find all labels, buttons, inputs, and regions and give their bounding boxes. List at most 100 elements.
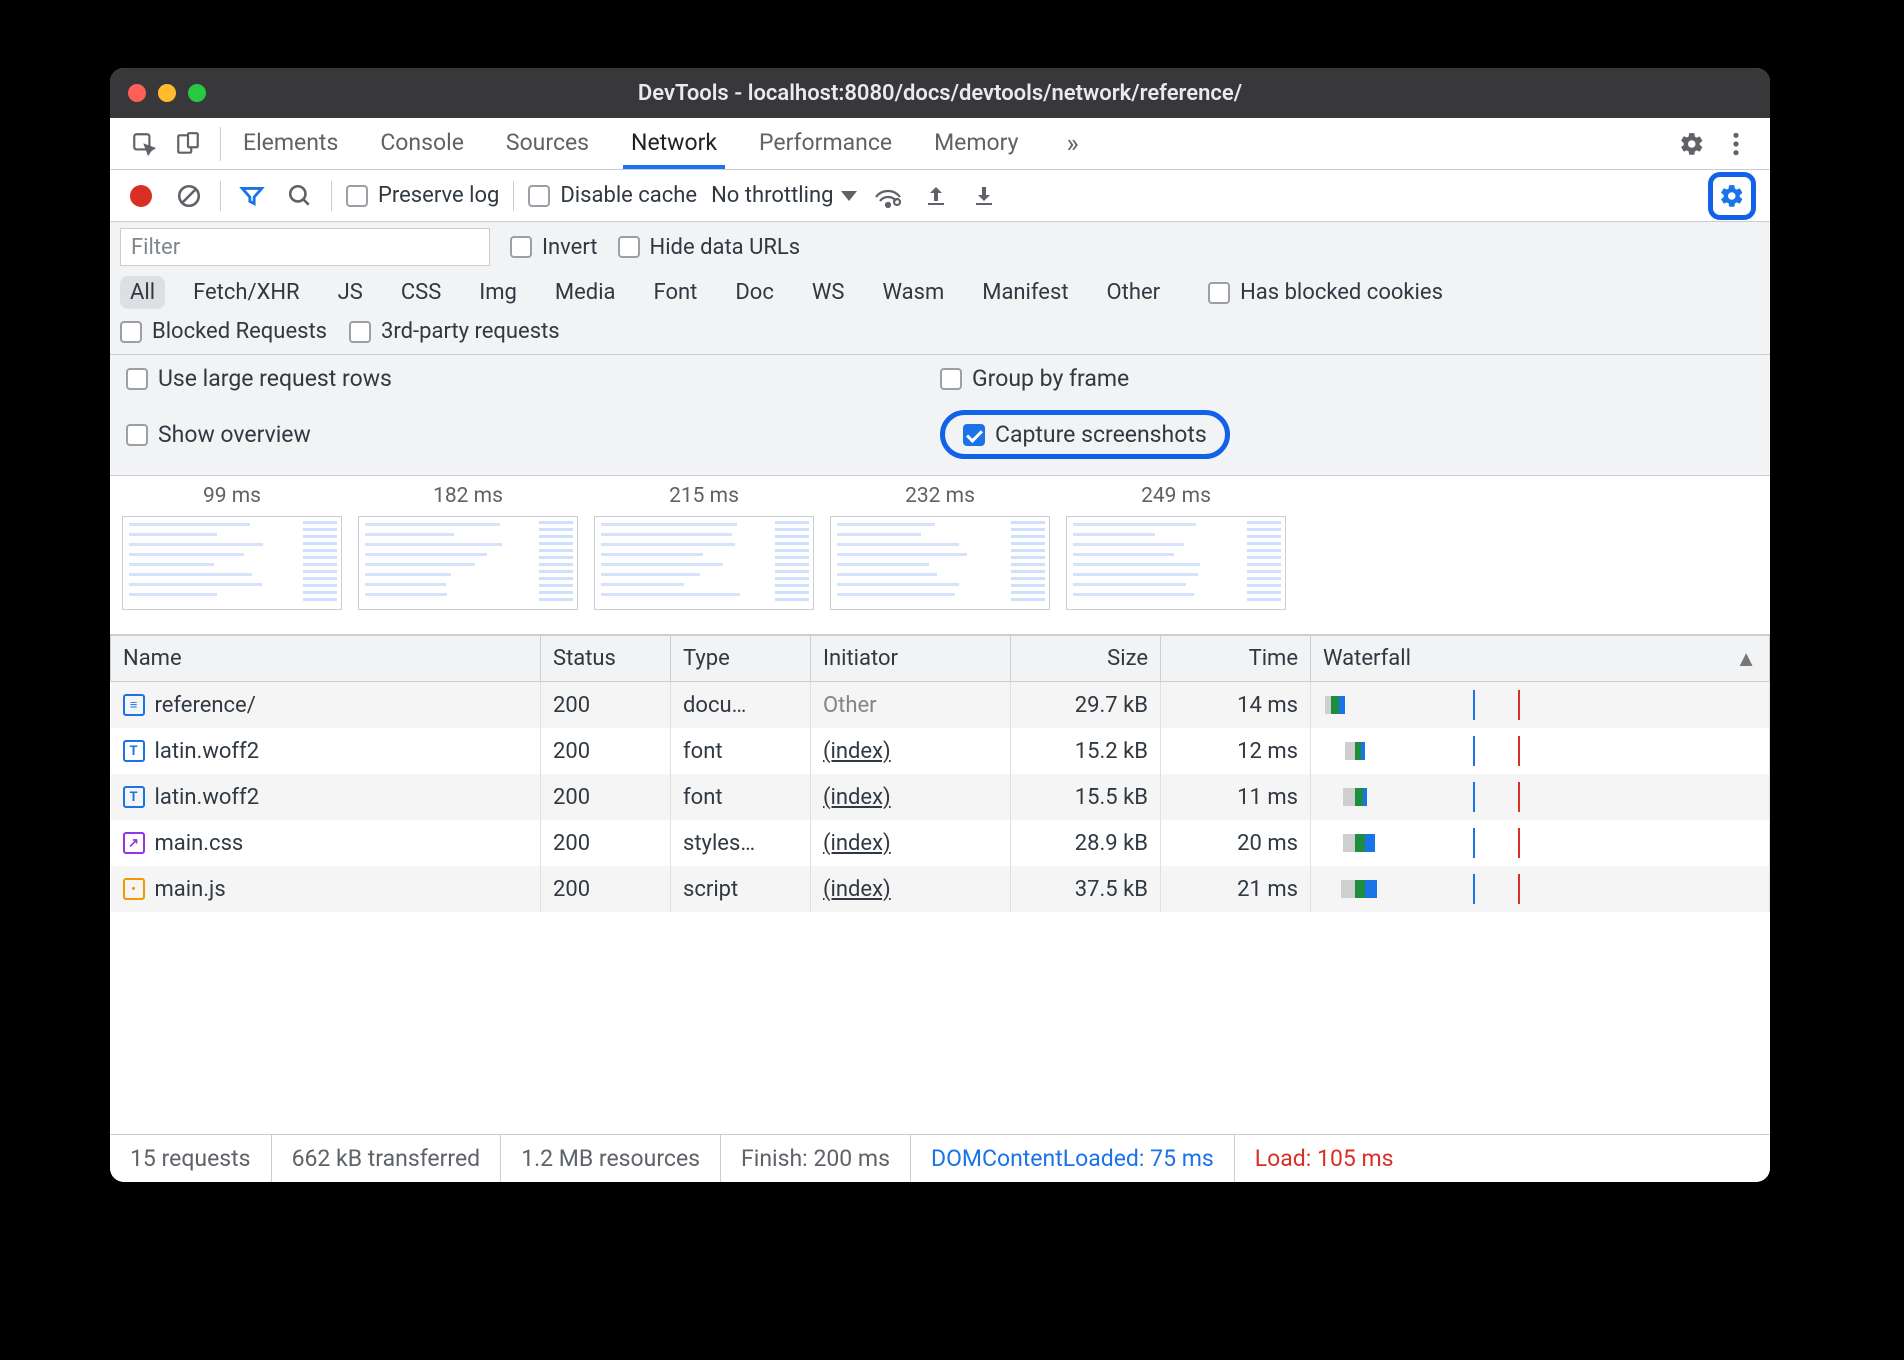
- status-dcl: DOMContentLoaded: 75 ms: [910, 1135, 1234, 1182]
- filter-type-font[interactable]: Font: [644, 276, 708, 309]
- search-icon[interactable]: [283, 179, 317, 213]
- table-row[interactable]: Tlatin.woff2200font(index)15.5 kB11 ms: [111, 774, 1770, 820]
- screenshot-timestamp: 215 ms: [594, 484, 814, 508]
- screenshot-thumb[interactable]: 99 ms: [122, 484, 342, 610]
- capture-screenshots-checkbox[interactable]: Capture screenshots: [963, 421, 1207, 448]
- initiator-link[interactable]: (index): [823, 877, 891, 902]
- filter-type-fetchxhr[interactable]: Fetch/XHR: [183, 276, 310, 309]
- tab-performance[interactable]: Performance: [755, 119, 896, 168]
- filter-input[interactable]: Filter: [120, 228, 490, 266]
- tab-network[interactable]: Network: [627, 119, 721, 168]
- has-blocked-cookies-checkbox[interactable]: Has blocked cookies: [1208, 280, 1443, 305]
- waterfall-cell: [1311, 774, 1770, 820]
- col-waterfall[interactable]: Waterfall: [1311, 636, 1770, 682]
- close-window-button[interactable]: [128, 84, 146, 102]
- request-time: 14 ms: [1161, 682, 1311, 729]
- status-transferred: 662 kB transferred: [271, 1135, 501, 1182]
- col-size[interactable]: Size: [1011, 636, 1161, 682]
- request-size: 28.9 kB: [1011, 820, 1161, 866]
- invert-label: Invert: [542, 235, 598, 260]
- file-type-icon: ↗: [123, 832, 145, 854]
- table-row[interactable]: Tlatin.woff2200font(index)15.2 kB12 ms: [111, 728, 1770, 774]
- screenshot-timestamp: 99 ms: [122, 484, 342, 508]
- tab-sources[interactable]: Sources: [502, 119, 593, 168]
- upload-har-icon[interactable]: [919, 179, 953, 213]
- screenshot-thumb[interactable]: 182 ms: [358, 484, 578, 610]
- file-type-icon: T: [123, 786, 145, 808]
- large-rows-label: Use large request rows: [158, 365, 392, 392]
- clear-button[interactable]: [172, 179, 206, 213]
- filter-type-js[interactable]: JS: [328, 276, 373, 309]
- table-row[interactable]: ≡reference/200docu…Other29.7 kB14 ms: [111, 682, 1770, 729]
- show-overview-checkbox[interactable]: Show overview: [126, 410, 940, 459]
- network-conditions-icon[interactable]: [871, 179, 905, 213]
- screenshot-thumb[interactable]: 232 ms: [830, 484, 1050, 610]
- invert-checkbox[interactable]: Invert: [510, 235, 598, 260]
- group-by-frame-label: Group by frame: [972, 365, 1129, 392]
- filter-type-ws[interactable]: WS: [802, 276, 855, 309]
- devtools-settings-icon[interactable]: [1670, 122, 1714, 166]
- blocked-requests-checkbox[interactable]: Blocked Requests: [120, 319, 327, 344]
- minimize-window-button[interactable]: [158, 84, 176, 102]
- maximize-window-button[interactable]: [188, 84, 206, 102]
- request-status: 200: [541, 866, 671, 912]
- hide-data-urls-checkbox[interactable]: Hide data URLs: [618, 235, 801, 260]
- network-toolbar: Preserve log Disable cache No throttling: [110, 170, 1770, 222]
- filter-type-img[interactable]: Img: [469, 276, 527, 309]
- preserve-log-checkbox[interactable]: Preserve log: [346, 183, 499, 208]
- filter-type-wasm[interactable]: Wasm: [872, 276, 954, 309]
- initiator-link[interactable]: (index): [823, 785, 891, 810]
- filter-icon[interactable]: [235, 179, 269, 213]
- disable-cache-checkbox[interactable]: Disable cache: [528, 183, 697, 208]
- third-party-checkbox[interactable]: 3rd-party requests: [349, 319, 560, 344]
- request-size: 15.5 kB: [1011, 774, 1161, 820]
- group-by-frame-checkbox[interactable]: Group by frame: [940, 365, 1754, 392]
- col-initiator[interactable]: Initiator: [811, 636, 1011, 682]
- request-name: main.js: [155, 877, 226, 902]
- blocked-requests-label: Blocked Requests: [152, 319, 327, 344]
- col-time[interactable]: Time: [1161, 636, 1311, 682]
- tab-console[interactable]: Console: [376, 119, 468, 168]
- tabs-overflow-icon[interactable]: »: [1051, 122, 1095, 166]
- col-status[interactable]: Status: [541, 636, 671, 682]
- network-settings-button[interactable]: [1708, 172, 1756, 220]
- capture-screenshots-label: Capture screenshots: [995, 421, 1207, 448]
- large-rows-checkbox[interactable]: Use large request rows: [126, 365, 940, 392]
- tab-elements[interactable]: Elements: [239, 119, 342, 168]
- waterfall-cell: [1311, 820, 1770, 866]
- status-resources: 1.2 MB resources: [500, 1135, 720, 1182]
- inspect-element-icon[interactable]: [122, 122, 166, 166]
- filter-type-manifest[interactable]: Manifest: [972, 276, 1078, 309]
- request-name: latin.woff2: [155, 739, 260, 764]
- throttling-select[interactable]: No throttling: [711, 183, 857, 208]
- third-party-label: 3rd-party requests: [381, 319, 560, 344]
- col-type[interactable]: Type: [671, 636, 811, 682]
- request-type: docu…: [671, 682, 811, 729]
- filter-type-all[interactable]: All: [120, 276, 165, 309]
- initiator-link[interactable]: (index): [823, 739, 891, 764]
- download-har-icon[interactable]: [967, 179, 1001, 213]
- filter-type-css[interactable]: CSS: [391, 276, 451, 309]
- waterfall-cell: [1311, 866, 1770, 912]
- screenshot-thumb[interactable]: 215 ms: [594, 484, 814, 610]
- request-status: 200: [541, 728, 671, 774]
- col-name[interactable]: Name: [111, 636, 541, 682]
- record-button[interactable]: [124, 179, 158, 213]
- filter-type-other[interactable]: Other: [1097, 276, 1171, 309]
- request-name: reference/: [155, 693, 256, 718]
- filter-type-media[interactable]: Media: [545, 276, 626, 309]
- table-row[interactable]: ↗main.css200styles…(index)28.9 kB20 ms: [111, 820, 1770, 866]
- request-type: font: [671, 774, 811, 820]
- screenshot-thumb[interactable]: 249 ms: [1066, 484, 1286, 610]
- request-type: font: [671, 728, 811, 774]
- table-row[interactable]: •main.js200script(index)37.5 kB21 ms: [111, 866, 1770, 912]
- requests-table: Name Status Type Initiator Size Time Wat…: [110, 635, 1770, 955]
- has-blocked-label: Has blocked cookies: [1240, 280, 1443, 305]
- throttling-label: No throttling: [711, 183, 833, 208]
- initiator-link[interactable]: (index): [823, 831, 891, 856]
- show-overview-label: Show overview: [158, 421, 311, 448]
- more-menu-icon[interactable]: [1714, 122, 1758, 166]
- device-toolbar-icon[interactable]: [166, 122, 210, 166]
- tab-memory[interactable]: Memory: [930, 119, 1022, 168]
- filter-type-doc[interactable]: Doc: [725, 276, 784, 309]
